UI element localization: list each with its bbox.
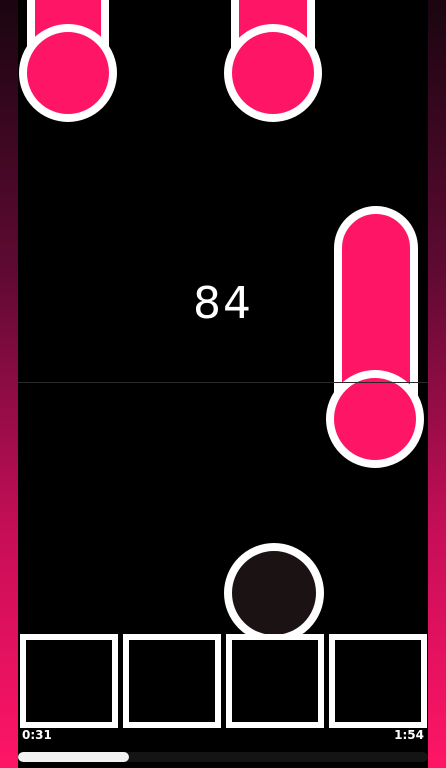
lane-key-3[interactable]: [226, 634, 324, 728]
time-elapsed: 0:31: [22, 728, 52, 742]
left-gradient-border: [0, 0, 18, 768]
song-progress-fill: [18, 752, 129, 762]
falling-tile-lane-4-head[interactable]: [326, 370, 424, 468]
lane-key-2[interactable]: [123, 634, 221, 728]
falling-tile-lane-1-head[interactable]: [19, 24, 117, 122]
lane-key-1[interactable]: [20, 634, 118, 728]
hit-line: [18, 382, 428, 383]
time-total: 1:54: [394, 728, 424, 742]
game-screen: 84 0:31 1:54: [0, 0, 446, 768]
player-ball: [224, 543, 324, 643]
score-counter: 84: [193, 278, 253, 329]
right-gradient-border: [428, 0, 446, 768]
song-progress-bar[interactable]: [18, 752, 428, 762]
lane-keys: [18, 634, 428, 730]
lane-key-4[interactable]: [329, 634, 427, 728]
falling-tile-lane-3-head[interactable]: [224, 24, 322, 122]
